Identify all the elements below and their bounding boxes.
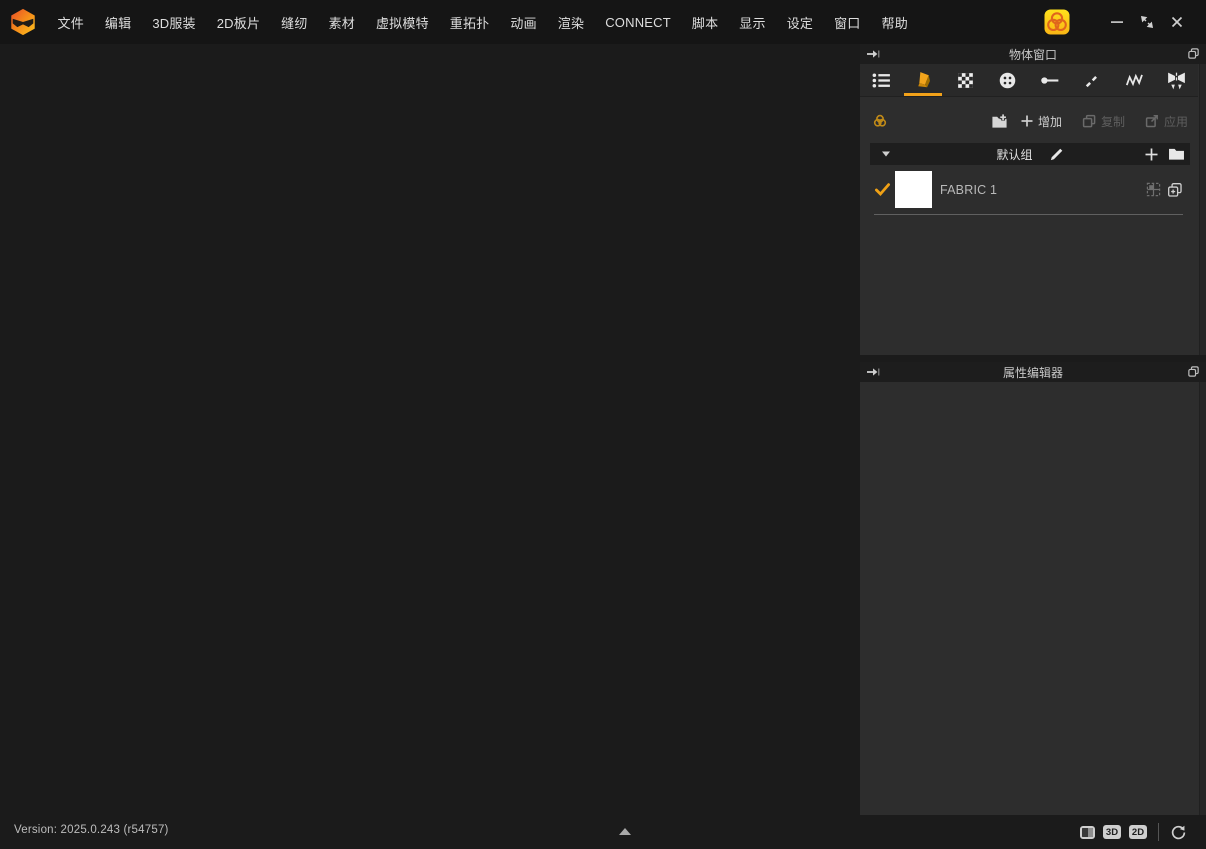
- menu-avatar[interactable]: 虚拟模特: [365, 7, 439, 38]
- list-icon: [871, 70, 892, 91]
- collapse-panel-icon[interactable]: [866, 47, 880, 61]
- menu-settings[interactable]: 设定: [776, 7, 823, 38]
- tab-texture[interactable]: [945, 64, 987, 96]
- tab-puckering[interactable]: [1114, 64, 1156, 96]
- 3d-view-toggle[interactable]: 3D: [1103, 825, 1121, 839]
- fabric-group-row[interactable]: 默认组: [870, 143, 1190, 165]
- property-editor-scrollbar[interactable]: [1199, 382, 1206, 815]
- copy-fabric-button[interactable]: 复制: [1082, 113, 1125, 130]
- tab-button[interactable]: [987, 64, 1029, 96]
- rename-group-icon[interactable]: [1049, 147, 1064, 162]
- menu-2d-pattern[interactable]: 2D板片: [206, 7, 270, 38]
- statusbar-divider: [1158, 823, 1159, 841]
- float-window-icon[interactable]: [1187, 365, 1200, 378]
- object-window-title: 物体窗口: [860, 46, 1206, 63]
- object-window-scrollbar[interactable]: [1199, 64, 1206, 355]
- fabric-name: FABRIC 1: [940, 183, 1146, 197]
- viewport-canvas[interactable]: [0, 44, 860, 815]
- menu-3d-garment[interactable]: 3D服装: [142, 7, 206, 38]
- fabric-toolbar: 增加 复制 应用: [872, 109, 1188, 133]
- fabric-icon: [912, 69, 935, 92]
- reset-view-icon[interactable]: [1170, 824, 1187, 841]
- group-name: 默认组: [996, 146, 1032, 163]
- trefoil-brand-icon: [1044, 9, 1070, 35]
- fabric-list-item[interactable]: FABRIC 1: [874, 167, 1183, 215]
- apply-icon: [1145, 114, 1159, 128]
- add-group-icon[interactable]: [1145, 148, 1158, 161]
- tab-topstitch[interactable]: [1071, 64, 1113, 96]
- elastic-coil-icon: [1123, 69, 1146, 92]
- plus-icon: [1021, 115, 1033, 127]
- menu-help[interactable]: 帮助: [871, 7, 918, 38]
- group-expand-caret-icon[interactable]: [881, 150, 891, 158]
- menu-window[interactable]: 窗口: [824, 7, 871, 38]
- menu-material[interactable]: 素材: [318, 7, 365, 38]
- stitch-icon: [1082, 70, 1103, 91]
- copy-fabric-label: 复制: [1101, 113, 1125, 130]
- apply-fabric-button[interactable]: 应用: [1145, 113, 1188, 130]
- menu-file[interactable]: 文件: [47, 7, 94, 38]
- resize-button[interactable]: [1132, 7, 1162, 37]
- fabric-duplicate-icon[interactable]: [1167, 182, 1183, 198]
- tab-buttonhole[interactable]: [1029, 64, 1071, 96]
- object-type-tabs: [860, 64, 1198, 97]
- object-window-header: 物体窗口: [860, 44, 1206, 64]
- add-fabric-label: 增加: [1038, 113, 1062, 130]
- float-window-icon[interactable]: [1187, 47, 1200, 60]
- menu-display[interactable]: 显示: [729, 7, 776, 38]
- button-icon: [997, 70, 1018, 91]
- menu-script[interactable]: 脚本: [681, 7, 728, 38]
- add-from-library-button[interactable]: [991, 113, 1008, 130]
- split-view-toggle[interactable]: [1080, 826, 1095, 839]
- menu-items: 文件 编辑 3D服装 2D板片 缝纫 素材 虚拟模特 重拓扑 动画 渲染 CON…: [47, 7, 918, 38]
- checker-texture-icon: [955, 70, 976, 91]
- property-editor-header: 属性编辑器: [860, 362, 1206, 382]
- add-fabric-button[interactable]: 增加: [1021, 113, 1062, 130]
- fabric-grid-icon[interactable]: [1146, 182, 1161, 197]
- copy-icon: [1082, 114, 1096, 128]
- statusbar: Version: 2025.0.243 (r54757) 3D 2D: [0, 815, 1206, 849]
- tab-fabric[interactable]: [902, 64, 944, 96]
- expand-statusbar-icon[interactable]: [619, 828, 631, 835]
- object-window-panel: 物体窗口: [860, 44, 1206, 355]
- pin-icon: [1040, 70, 1061, 91]
- version-text: Version: 2025.0.243 (r54757): [14, 824, 169, 836]
- menu-sewing[interactable]: 缝纫: [271, 7, 318, 38]
- bow-icon: [1165, 69, 1188, 92]
- menu-retopology[interactable]: 重拓扑: [439, 7, 500, 38]
- close-button[interactable]: [1162, 7, 1192, 37]
- menu-connect[interactable]: CONNECT: [595, 9, 682, 36]
- marvelous-designer-logo-icon: [8, 7, 38, 37]
- collapse-panel-icon[interactable]: [866, 365, 880, 379]
- menubar: 文件 编辑 3D服装 2D板片 缝纫 素材 虚拟模特 重拓扑 动画 渲染 CON…: [0, 0, 1206, 44]
- fabric-swatch[interactable]: [895, 171, 932, 208]
- group-folder-icon[interactable]: [1168, 147, 1185, 161]
- 2d-view-toggle[interactable]: 2D: [1129, 825, 1147, 839]
- menu-animation[interactable]: 动画: [500, 7, 547, 38]
- menu-render[interactable]: 渲染: [547, 7, 594, 38]
- property-editor-panel: 属性编辑器: [860, 362, 1206, 815]
- property-editor-title: 属性编辑器: [860, 364, 1206, 381]
- menu-edit[interactable]: 编辑: [94, 7, 141, 38]
- apply-fabric-label: 应用: [1164, 113, 1188, 130]
- tab-zipper[interactable]: [1156, 64, 1198, 96]
- trefoil-fabric-icon: [872, 113, 888, 129]
- minimize-button[interactable]: [1102, 7, 1132, 37]
- selected-check-icon: [874, 182, 894, 197]
- tab-pattern-list[interactable]: [860, 64, 902, 96]
